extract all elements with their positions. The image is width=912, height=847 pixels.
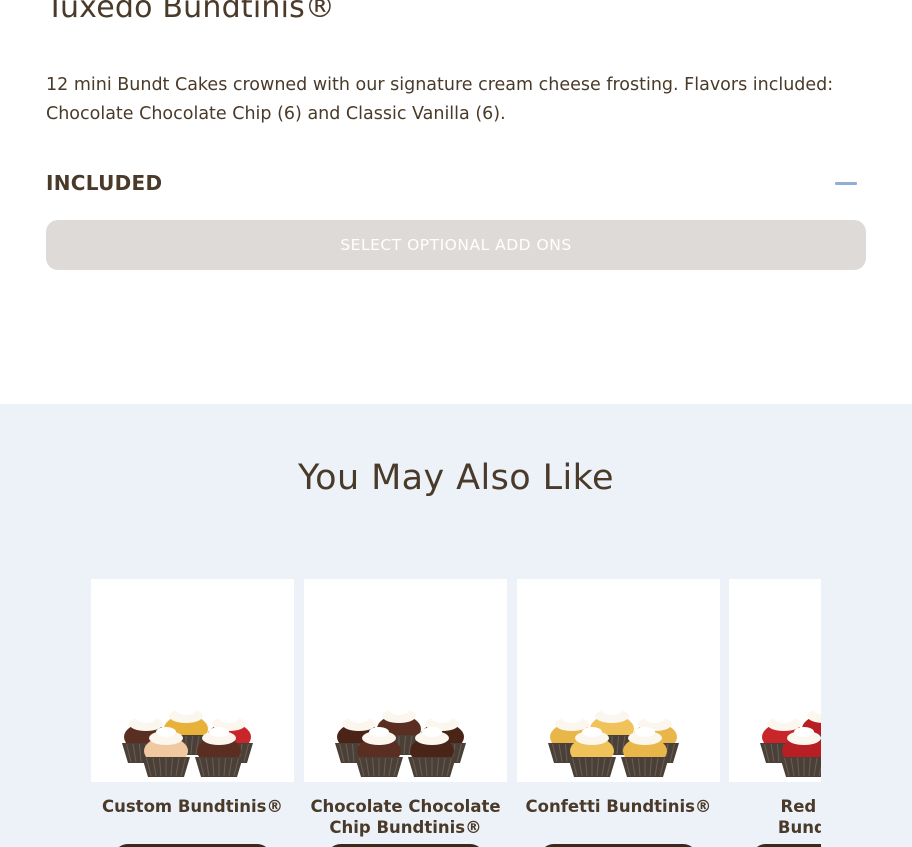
product-name[interactable]: Red Velvet Bundtinis® xyxy=(729,796,821,838)
product-image[interactable] xyxy=(304,579,507,782)
product-name[interactable]: Confetti Bundtinis® xyxy=(517,796,720,817)
select-add-ons-button[interactable]: SELECT OPTIONAL ADD ONS xyxy=(46,220,866,270)
included-accordion-header[interactable]: INCLUDED xyxy=(46,168,866,200)
bundtinis-image xyxy=(760,705,821,777)
bundtinis-image xyxy=(548,705,679,777)
product-image[interactable] xyxy=(91,579,294,782)
section-title: You May Also Like xyxy=(298,458,614,498)
product-name[interactable]: Custom Bundtinis® xyxy=(91,796,294,817)
bundtinis-image xyxy=(122,705,253,777)
product-description: 12 mini Bundt Cakes crowned with our sig… xyxy=(46,75,834,124)
product-carousel[interactable]: Custom Bundtinis® Chocolate Chocolate Ch… xyxy=(91,579,821,847)
minus-icon[interactable] xyxy=(835,182,857,185)
product-name[interactable]: Chocolate Chocolate Chip Bundtinis® xyxy=(304,796,507,838)
product-image[interactable] xyxy=(517,579,720,782)
product-details: Tuxedo Bundtinis® 12 mini Bundt Cakes cr… xyxy=(0,0,912,404)
product-title: Tuxedo Bundtinis® xyxy=(46,0,336,25)
you-may-also-like-section: You May Also Like Custom Bundtinis® Choc… xyxy=(0,404,912,847)
bundtinis-image xyxy=(335,705,466,777)
included-label: INCLUDED xyxy=(46,171,163,195)
product-image[interactable] xyxy=(729,579,821,782)
